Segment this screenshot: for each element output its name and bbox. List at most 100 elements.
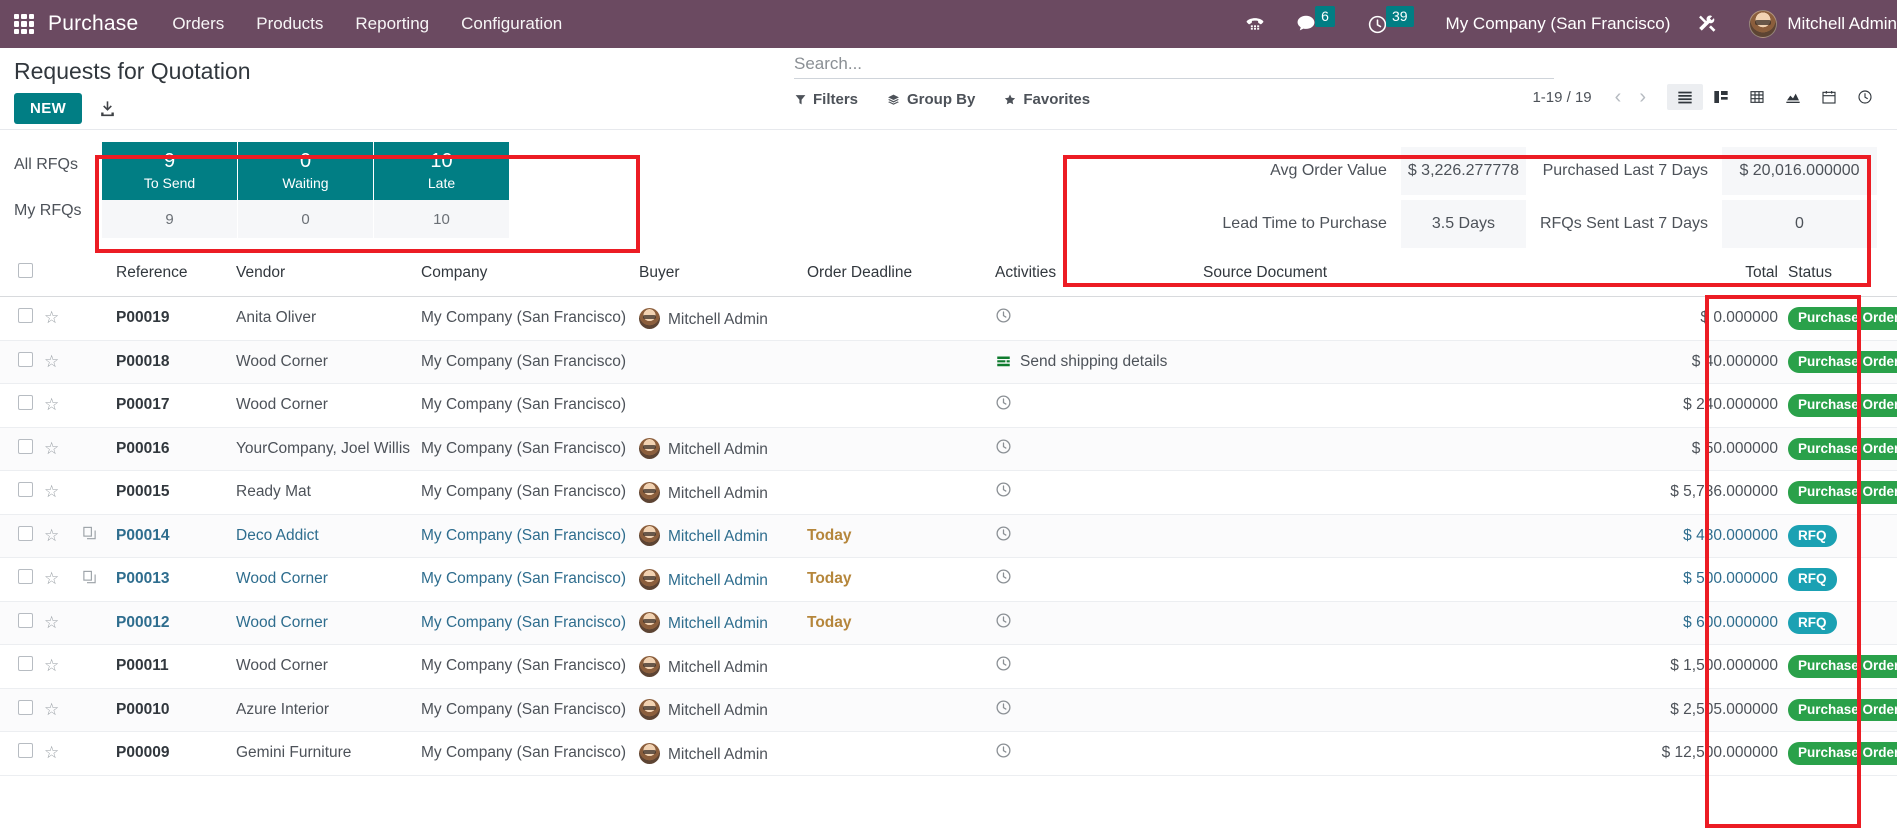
star-icon[interactable]: ☆	[44, 308, 59, 327]
star-icon[interactable]: ☆	[44, 656, 59, 675]
star-icon[interactable]: ☆	[44, 613, 59, 632]
clock-icon[interactable]	[995, 482, 1012, 502]
star-icon[interactable]: ☆	[44, 569, 59, 588]
calendar-view-button[interactable]	[1811, 84, 1847, 110]
column-header-activities[interactable]: Activities	[995, 250, 1203, 297]
row-checkbox[interactable]	[18, 656, 33, 672]
column-header-status[interactable]: Status	[1788, 250, 1897, 297]
row-checkbox[interactable]	[18, 351, 33, 367]
pivot-view-button[interactable]	[1739, 84, 1775, 110]
tile-to-send[interactable]: 9 To Send	[102, 142, 238, 200]
activities-counter[interactable]: 39	[1367, 5, 1416, 35]
row-reference-cell[interactable]: P00011	[116, 644, 236, 689]
table-row[interactable]: ☆ P00016 YourCompany, Joel Willis My Compan…	[0, 427, 1897, 472]
filters-button[interactable]: Filters	[794, 91, 858, 108]
activity-view-button[interactable]	[1847, 84, 1883, 110]
row-checkbox[interactable]	[18, 395, 33, 411]
tile-late[interactable]: 10 Late	[374, 142, 510, 200]
column-header-buyer[interactable]: Buyer	[639, 250, 807, 297]
star-icon[interactable]: ☆	[44, 395, 59, 414]
pager-previous-button[interactable]: ‹	[1606, 87, 1631, 107]
table-row[interactable]: ☆ P00018 Wood Corner My Company (San Franci…	[0, 340, 1897, 385]
row-reference-cell[interactable]: P00018	[116, 340, 236, 385]
list-view-button[interactable]	[1667, 84, 1703, 110]
column-header-source-document[interactable]: Source Document	[1203, 250, 1493, 297]
kpi-rfqs-sent-last-7-days[interactable]: 0	[1722, 199, 1877, 248]
nav-menu-products[interactable]: Products	[256, 14, 323, 34]
document-copy-icon[interactable]	[82, 570, 97, 589]
row-checkbox[interactable]	[18, 438, 33, 454]
apps-grid-icon[interactable]	[14, 14, 34, 34]
row-checkbox[interactable]	[18, 699, 33, 715]
clock-icon[interactable]	[995, 395, 1012, 415]
table-row[interactable]: ☆ P00011 Wood Corner My Company (San Franci…	[0, 644, 1897, 689]
favorites-button[interactable]: Favorites	[1003, 91, 1090, 108]
my-rfqs-waiting[interactable]: 0	[238, 200, 374, 238]
table-row[interactable]: ☆ P00015 Ready Mat My Company (San Francisc…	[0, 470, 1897, 515]
import-icon[interactable]	[98, 99, 117, 118]
star-icon[interactable]: ☆	[44, 743, 59, 762]
row-checkbox[interactable]	[18, 569, 33, 585]
clock-icon[interactable]	[995, 526, 1012, 546]
column-header-reference[interactable]: Reference	[116, 250, 236, 297]
kpi-avg-order-value[interactable]: $ 3,226.277778	[1400, 146, 1526, 195]
graph-view-button[interactable]	[1775, 84, 1811, 110]
star-icon[interactable]: ☆	[44, 439, 59, 458]
star-icon[interactable]: ☆	[44, 700, 59, 719]
column-header-order-deadline[interactable]: Order Deadline	[807, 250, 995, 297]
row-reference-cell[interactable]: P00014	[116, 514, 236, 559]
pager-next-button[interactable]: ›	[1630, 87, 1655, 107]
kpi-purchased-last-7-days[interactable]: $ 20,016.000000	[1722, 146, 1877, 195]
kanban-view-button[interactable]	[1703, 84, 1739, 110]
clock-icon[interactable]	[995, 700, 1012, 720]
company-switcher[interactable]: My Company (San Francisco)	[1446, 14, 1671, 34]
user-menu[interactable]: Mitchell Admin	[1749, 10, 1897, 38]
group-by-button[interactable]: Group By	[886, 91, 975, 108]
table-row[interactable]: ☆ P00012 Wood Corner My Company (San Franci…	[0, 601, 1897, 646]
new-button[interactable]: NEW	[14, 93, 83, 124]
nav-menu-orders[interactable]: Orders	[172, 14, 224, 34]
table-row[interactable]: ☆ P00014 Deco Addict My Company (San Franci…	[0, 514, 1897, 559]
row-checkbox[interactable]	[18, 525, 33, 541]
select-all-checkbox[interactable]	[18, 263, 33, 278]
star-icon[interactable]: ☆	[44, 482, 59, 501]
column-header-vendor[interactable]: Vendor	[236, 250, 421, 297]
document-copy-icon[interactable]	[82, 527, 97, 545]
row-reference-cell[interactable]: P00013	[116, 557, 236, 602]
messages-counter[interactable]: 6	[1295, 5, 1337, 35]
tile-waiting[interactable]: 0 Waiting	[238, 142, 374, 200]
star-icon[interactable]: ☆	[44, 352, 59, 371]
searchbar[interactable]	[794, 54, 1554, 79]
table-row[interactable]: ☆ P00013 Wood Corner My Company (San Franci…	[0, 557, 1897, 602]
clock-icon[interactable]	[995, 569, 1012, 589]
column-header-company[interactable]: Company	[421, 250, 639, 297]
table-row[interactable]: ☆ P00019 Anita Oliver My Company (San Franc…	[0, 296, 1897, 341]
clock-icon[interactable]	[995, 613, 1012, 633]
column-header-total[interactable]: Total	[1493, 250, 1788, 297]
row-checkbox[interactable]	[18, 612, 33, 628]
row-reference-cell[interactable]: P00015	[116, 470, 236, 515]
tools-icon[interactable]	[1696, 13, 1719, 36]
row-checkbox[interactable]	[18, 482, 33, 498]
my-rfqs-to-send[interactable]: 9	[102, 200, 238, 238]
row-reference-cell[interactable]: P00012	[116, 601, 236, 646]
row-reference-cell[interactable]: P00019	[116, 296, 236, 341]
nav-menu-reporting[interactable]: Reporting	[355, 14, 429, 34]
row-reference-cell[interactable]: P00017	[116, 383, 236, 428]
table-row[interactable]: ☆ P00017 Wood Corner My Company (San Franci…	[0, 383, 1897, 428]
table-row[interactable]: ☆ P00009 Gemini Furniture My Company (San F…	[0, 731, 1897, 776]
kpi-lead-time[interactable]: 3.5 Days	[1400, 199, 1526, 248]
table-row[interactable]: ☆ P00010 Azure Interior My Company (San Fra…	[0, 688, 1897, 733]
nav-menu-configuration[interactable]: Configuration	[461, 14, 562, 34]
search-input[interactable]	[794, 54, 1554, 74]
clock-icon[interactable]	[995, 308, 1012, 328]
row-checkbox[interactable]	[18, 743, 33, 759]
row-reference-cell[interactable]: P00016	[116, 427, 236, 472]
clock-icon[interactable]	[995, 743, 1012, 763]
star-icon[interactable]: ☆	[44, 526, 59, 545]
row-reference-cell[interactable]: P00009	[116, 731, 236, 776]
row-checkbox[interactable]	[18, 308, 33, 324]
clock-icon[interactable]	[995, 439, 1012, 459]
app-brand-purchase[interactable]: Purchase	[48, 12, 138, 36]
my-rfqs-late[interactable]: 10	[374, 200, 510, 238]
